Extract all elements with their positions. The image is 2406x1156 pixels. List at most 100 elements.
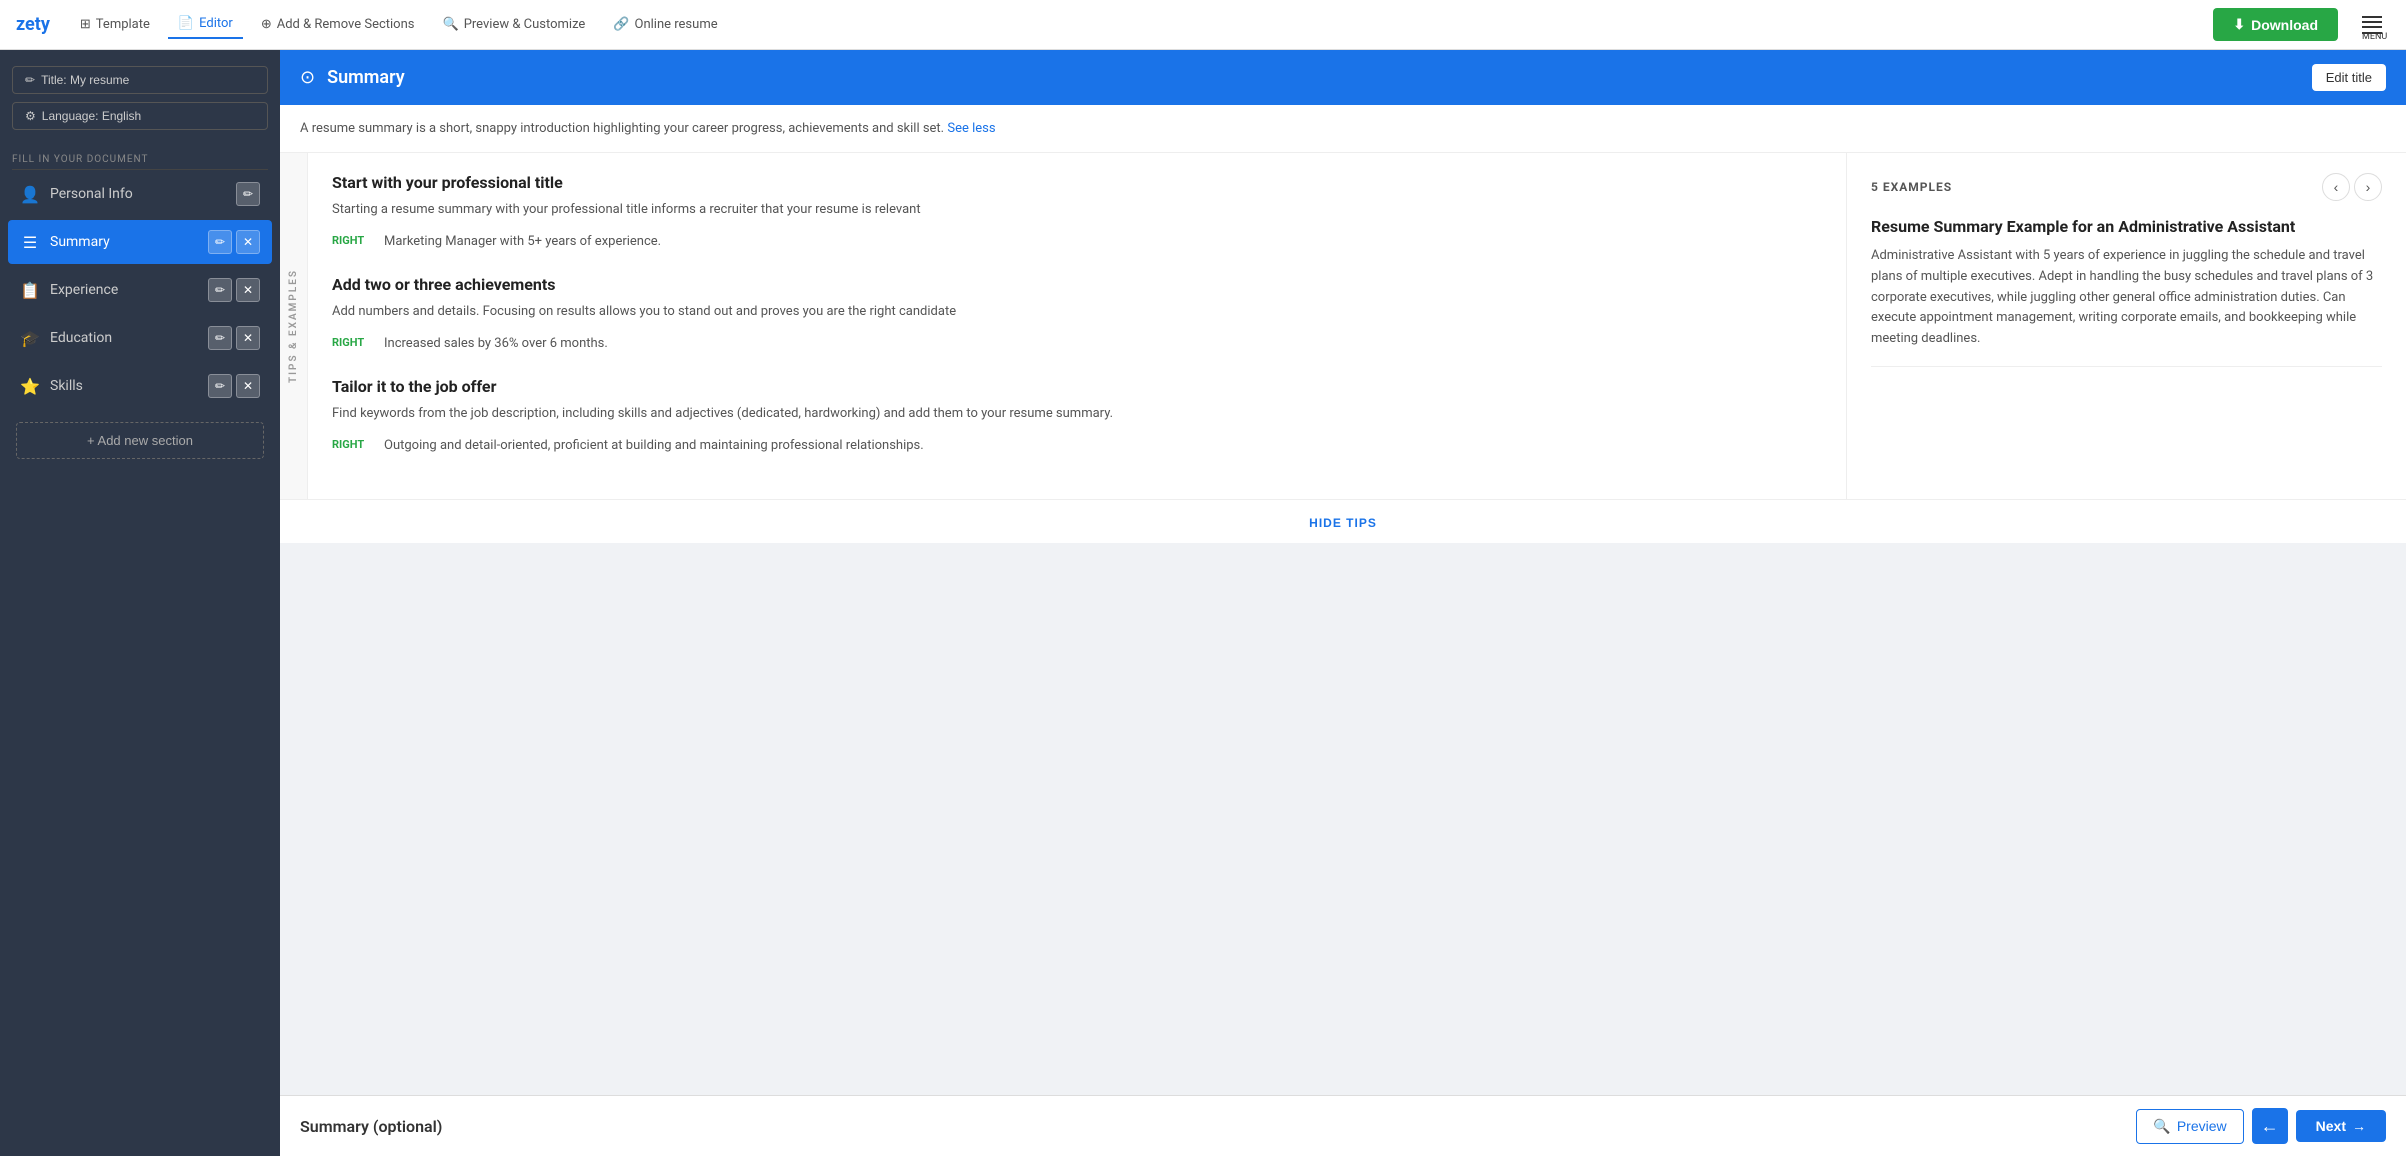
summary-edit-button[interactable]: ✏ — [208, 230, 232, 254]
example-body: Administrative Assistant with 5 years of… — [1871, 246, 2382, 350]
sidebar-item-personal-info[interactable]: 👤 Personal Info ✏ — [8, 172, 272, 216]
menu-button[interactable]: MENU — [2354, 8, 2390, 42]
edit-title-button[interactable]: Edit title — [2312, 64, 2386, 91]
tip-2-example: RIGHT Increased sales by 36% over 6 mont… — [332, 334, 1822, 354]
tip-2-title: Add two or three achievements — [332, 275, 1822, 294]
content-area: ⊙ Summary Edit title A resume summary is… — [280, 50, 2406, 1156]
sidebar-item-summary[interactable]: ☰ Summary ✏ ✕ — [8, 220, 272, 264]
summary-remove-button[interactable]: ✕ — [236, 230, 260, 254]
sidebar-item-education[interactable]: 🎓 Education ✏ ✕ — [8, 316, 272, 360]
tips-right: 5 EXAMPLES ‹ › Resume Summary Example fo… — [1846, 153, 2406, 499]
personal-info-edit-button[interactable]: ✏ — [236, 182, 260, 206]
education-icon: 🎓 — [20, 329, 40, 348]
sidebar: ✏ Title: My resume ⚙ Language: English F… — [0, 50, 280, 1156]
skills-remove-button[interactable]: ✕ — [236, 374, 260, 398]
title-button-label: Title: My resume — [41, 73, 129, 87]
tips-intro: A resume summary is a short, snappy intr… — [280, 105, 2406, 153]
summary-icon: ☰ — [20, 233, 40, 252]
experience-actions: ✏ ✕ — [208, 278, 260, 302]
add-remove-icon: ⊕ — [261, 17, 272, 32]
sidebar-top: ✏ Title: My resume ⚙ Language: English — [0, 50, 280, 146]
nav-preview[interactable]: 🔍 Preview & Customize — [433, 11, 596, 38]
tip-3-badge: RIGHT — [332, 436, 372, 451]
tip-1-desc: Starting a resume summary with your prof… — [332, 200, 1822, 220]
tip-1: Start with your professional title Start… — [332, 173, 1822, 251]
examples-header: 5 EXAMPLES ‹ › — [1871, 173, 2382, 201]
tip-1-example: RIGHT Marketing Manager with 5+ years of… — [332, 232, 1822, 252]
summary-optional-label: Summary (optional) — [300, 1117, 442, 1136]
tip-2-desc: Add numbers and details. Focusing on res… — [332, 302, 1822, 322]
online-icon: 🔗 — [613, 17, 629, 32]
main-layout: ✏ Title: My resume ⚙ Language: English F… — [0, 50, 2406, 1156]
education-remove-button[interactable]: ✕ — [236, 326, 260, 350]
preview-button[interactable]: 🔍 Preview — [2136, 1109, 2243, 1144]
bottom-actions: 🔍 Preview ← Next → — [2136, 1108, 2386, 1144]
pencil-icon: ✏ — [25, 73, 35, 87]
bottom-bar: Summary (optional) 🔍 Preview ← Next → — [280, 1095, 2406, 1156]
tips-side: TIPS & EXAMPLES — [280, 153, 308, 499]
tip-3: Tailor it to the job offer Find keywords… — [332, 377, 1822, 455]
language-button[interactable]: ⚙ Language: English — [12, 102, 268, 130]
preview-nav-icon: 🔍 — [443, 17, 459, 32]
summary-actions: ✏ ✕ — [208, 230, 260, 254]
sidebar-item-skills[interactable]: ⭐ Skills ✏ ✕ — [8, 364, 272, 408]
nav-online-label: Online resume — [635, 17, 718, 32]
section-header-icon: ⊙ — [300, 67, 315, 88]
examples-count: 5 EXAMPLES — [1871, 180, 1952, 194]
summary-label: Summary — [50, 234, 198, 250]
tips-side-label: TIPS & EXAMPLES — [288, 269, 299, 383]
tip-2-example-text: Increased sales by 36% over 6 months. — [384, 334, 608, 354]
logo: zety — [16, 14, 50, 35]
add-section-button[interactable]: + Add new section — [16, 422, 264, 459]
education-actions: ✏ ✕ — [208, 326, 260, 350]
title-button[interactable]: ✏ Title: My resume — [12, 66, 268, 94]
back-button[interactable]: ← — [2252, 1108, 2288, 1144]
experience-remove-button[interactable]: ✕ — [236, 278, 260, 302]
nav-editor-label: Editor — [199, 16, 233, 31]
personal-info-actions: ✏ — [236, 182, 260, 206]
hide-tips-bar: HIDE TIPS — [280, 499, 2406, 543]
skills-edit-button[interactable]: ✏ — [208, 374, 232, 398]
example-title: Resume Summary Example for an Administra… — [1871, 217, 2382, 236]
skills-label: Skills — [50, 378, 198, 394]
hide-tips-button[interactable]: HIDE TIPS — [1309, 516, 1377, 530]
tip-1-badge: RIGHT — [332, 232, 372, 247]
nav-online[interactable]: 🔗 Online resume — [603, 11, 727, 38]
language-button-label: Language: English — [42, 109, 141, 123]
education-label: Education — [50, 330, 198, 346]
template-icon: ⊞ — [80, 17, 91, 32]
examples-prev-button[interactable]: ‹ — [2322, 173, 2350, 201]
tip-3-example-text: Outgoing and detail-oriented, proficient… — [384, 436, 924, 456]
experience-icon: 📋 — [20, 281, 40, 300]
personal-info-icon: 👤 — [20, 185, 40, 204]
download-button[interactable]: ⬇ Download — [2213, 8, 2338, 41]
tips-left: Start with your professional title Start… — [308, 153, 1846, 499]
nav-editor[interactable]: 📄 Editor — [168, 10, 243, 39]
globe-icon: ⚙ — [25, 109, 36, 123]
skills-icon: ⭐ — [20, 377, 40, 396]
education-edit-button[interactable]: ✏ — [208, 326, 232, 350]
back-arrow-icon: ← — [2261, 1116, 2279, 1137]
fill-label: FILL IN YOUR DOCUMENT — [0, 146, 280, 169]
examples-next-button[interactable]: › — [2354, 173, 2382, 201]
sidebar-item-experience[interactable]: 📋 Experience ✏ ✕ — [8, 268, 272, 312]
nav-add-remove[interactable]: ⊕ Add & Remove Sections — [251, 11, 425, 38]
nav-template[interactable]: ⊞ Template — [70, 11, 160, 38]
add-section-label: + Add new section — [87, 433, 193, 448]
see-less-link[interactable]: See less — [947, 121, 995, 136]
tips-layout: TIPS & EXAMPLES Start with your professi… — [280, 153, 2406, 499]
tip-2-badge: RIGHT — [332, 334, 372, 349]
tip-3-desc: Find keywords from the job description, … — [332, 404, 1822, 424]
menu-label: MENU — [2362, 32, 2382, 34]
examples-nav: ‹ › — [2322, 173, 2382, 201]
editor-icon: 📄 — [178, 16, 194, 31]
download-icon: ⬇ — [2233, 16, 2245, 33]
section-header: ⊙ Summary Edit title — [280, 50, 2406, 105]
tip-3-example: RIGHT Outgoing and detail-oriented, prof… — [332, 436, 1822, 456]
experience-edit-button[interactable]: ✏ — [208, 278, 232, 302]
experience-label: Experience — [50, 282, 198, 298]
main-content: A resume summary is a short, snappy intr… — [280, 105, 2406, 1095]
next-arrow-icon: → — [2352, 1118, 2366, 1134]
nav-add-remove-label: Add & Remove Sections — [277, 17, 415, 32]
next-button[interactable]: Next → — [2296, 1110, 2386, 1142]
